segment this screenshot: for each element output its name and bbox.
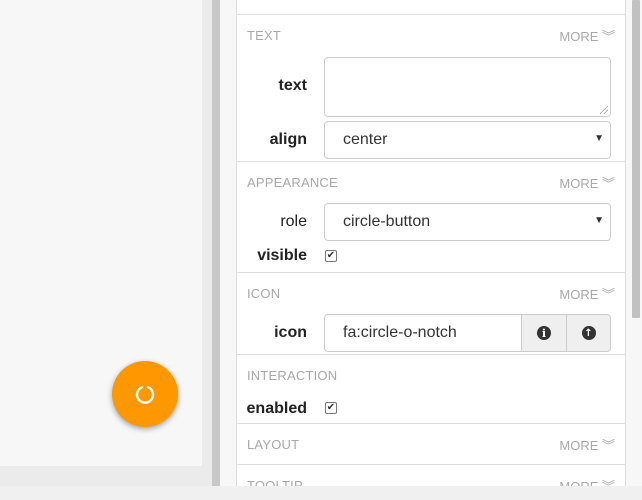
- panel-splitter[interactable]: [212, 0, 220, 486]
- role-select[interactable]: circle-button ▼: [324, 203, 611, 241]
- scrollbar-thumb[interactable]: [632, 0, 640, 318]
- section-appearance: APPEARANCE MORE ︾ role circle-button ▼ v…: [237, 161, 625, 272]
- align-select[interactable]: center ▼: [324, 121, 611, 159]
- icon-info-button[interactable]: i: [522, 314, 567, 352]
- text-field[interactable]: [324, 57, 611, 117]
- section-layout: LAYOUT MORE ︾: [237, 423, 625, 464]
- icon-upload-button[interactable]: ↑: [567, 314, 611, 352]
- section-icon: ICON MORE ︾ icon fa:circle-o-notch i ↑: [237, 272, 625, 354]
- scrollbar-track[interactable]: [628, 0, 642, 486]
- section-title: LAYOUT: [247, 436, 300, 452]
- icon-input-group: fa:circle-o-notch i ↑: [324, 314, 611, 352]
- section-title: APPEARANCE: [247, 174, 338, 190]
- more-button[interactable]: MORE ︾: [559, 435, 615, 454]
- chevron-down-icon: ▼: [594, 215, 604, 226]
- more-button[interactable]: MORE ︾: [559, 284, 615, 303]
- section-title: TOOLTIP: [247, 477, 303, 487]
- circle-button-preview[interactable]: [112, 361, 178, 427]
- more-button[interactable]: MORE ︾: [559, 476, 615, 487]
- text-label: text: [278, 77, 307, 94]
- properties-panel: TEXT MORE ︾ text align center ▼ APPEARAN…: [220, 0, 642, 486]
- section-text: TEXT MORE ︾ text align center ▼: [237, 14, 625, 161]
- visible-label: visible: [257, 247, 307, 264]
- visible-checkbox[interactable]: ✔: [325, 250, 337, 262]
- align-select-value: center: [343, 131, 388, 148]
- enabled-checkbox[interactable]: ✔: [325, 402, 337, 414]
- section-title: INTERACTION: [247, 367, 338, 383]
- icon-label: icon: [274, 324, 307, 341]
- align-label: align: [269, 131, 307, 148]
- icon-input-value: fa:circle-o-notch: [343, 324, 457, 341]
- arrow-circle-up-icon: ↑: [581, 326, 596, 340]
- info-circle-icon: i: [537, 326, 551, 340]
- icon-input[interactable]: fa:circle-o-notch: [324, 314, 522, 352]
- chevron-down-icon: ▼: [594, 133, 604, 144]
- design-canvas: [0, 0, 216, 486]
- resize-handle[interactable]: [600, 106, 608, 114]
- enabled-label: enabled: [246, 400, 307, 417]
- section-title: TEXT: [247, 27, 282, 43]
- properties-list: TEXT MORE ︾ text align center ▼ APPEARAN…: [236, 0, 626, 486]
- more-button[interactable]: MORE ︾: [559, 173, 615, 192]
- section-interaction: INTERACTION enabled ✔: [237, 354, 625, 423]
- circle-o-notch-icon: [135, 386, 155, 404]
- section-tooltip: TOOLTIP MORE ︾: [237, 464, 625, 486]
- role-label: role: [280, 213, 307, 230]
- section-title: ICON: [247, 285, 281, 301]
- role-select-value: circle-button: [343, 213, 431, 230]
- more-button[interactable]: MORE ︾: [559, 26, 615, 45]
